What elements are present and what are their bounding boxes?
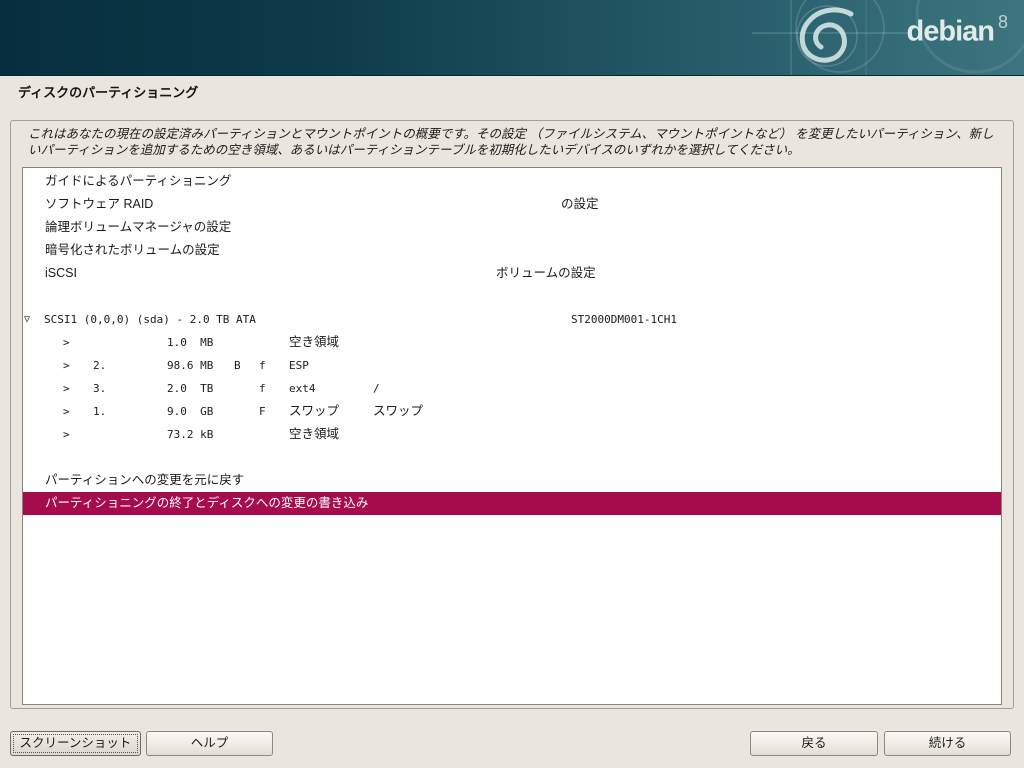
list-cell: > <box>63 377 70 400</box>
list-cell: F <box>259 400 266 423</box>
list-cell: 9.0 GB <box>167 400 213 423</box>
list-cell: ▽ <box>24 308 30 331</box>
screenshot-button[interactable]: スクリーンショット <box>10 731 141 756</box>
list-cell: ext4 <box>289 377 316 400</box>
free-space-row-2[interactable]: >73.2 kB 空き領域 <box>23 423 1001 446</box>
list-cell: f <box>259 354 266 377</box>
back-button[interactable]: 戻る <box>750 731 878 756</box>
list-cell: 暗号化されたボリュームの設定 <box>45 239 220 262</box>
list-cell: iSCSI <box>45 262 77 285</box>
list-cell: 2.0 TB <box>167 377 213 400</box>
list-cell: 空き領域 <box>289 331 339 354</box>
debian-wordmark: debian8 <box>907 14 1004 49</box>
brand-version: 8 <box>998 12 1008 32</box>
list-cell: ST2000DM001-1CH1 <box>571 308 677 331</box>
list-cell: ESP <box>289 354 309 377</box>
list-cell: B <box>234 354 241 377</box>
disk-sda[interactable]: ▽ SCSI1 (0,0,0) (sda) - 2.0 TB ATA ST2000D… <box>23 308 1001 331</box>
continue-button[interactable]: 続ける <box>884 731 1011 756</box>
list-cell: f <box>259 377 266 400</box>
list-cell: > <box>63 400 70 423</box>
list-cell: スワップ <box>289 400 339 423</box>
list-cell: > <box>63 423 70 446</box>
help-button[interactable]: ヘルプ <box>146 731 273 756</box>
list-cell: 3. <box>93 377 106 400</box>
list-cell: パーティショニングの終了とディスクへの変更の書き込み <box>45 492 368 515</box>
list-cell: 1.0 MB <box>167 331 213 354</box>
partition-2-esp[interactable]: >2. 98.6 MB Bf ESP <box>23 354 1001 377</box>
finish-partitioning[interactable]: パーティショニングの終了とディスクへの変更の書き込み <box>23 492 1001 515</box>
debian-swirl-logo <box>0 0 1024 75</box>
menu-software-raid[interactable]: ソフトウェア RAID の設定 <box>23 193 1001 216</box>
blank-row <box>23 446 1001 469</box>
list-cell: 98.6 MB <box>167 354 213 377</box>
list-cell: > <box>63 331 70 354</box>
menu-lvm[interactable]: 論理ボリュームマネージャの設定 <box>23 216 1001 239</box>
partition-3-ext4[interactable]: >3. 2.0 TB f ext4 / <box>23 377 1001 400</box>
undo-changes[interactable]: パーティションへの変更を元に戻す <box>23 469 1001 492</box>
header-banner: debian8 <box>0 0 1024 76</box>
list-cell: 1. <box>93 400 106 423</box>
list-cell: > <box>63 354 70 377</box>
list-cell: の設定 <box>561 193 599 216</box>
list-cell: 73.2 kB <box>167 423 213 446</box>
menu-encrypted-volumes[interactable]: 暗号化されたボリュームの設定 <box>23 239 1001 262</box>
blank-row <box>23 285 1001 308</box>
list-cell: ガイドによるパーティショニング <box>45 170 231 193</box>
list-cell: 空き領域 <box>289 423 339 446</box>
menu-iscsi[interactable]: iSCSI ボリュームの設定 <box>23 262 1001 285</box>
list-cell: スワップ <box>373 400 423 423</box>
menu-guided-partitioning[interactable]: ガイドによるパーティショニング <box>23 170 1001 193</box>
partition-1-swap[interactable]: >1. 9.0 GB F スワップ スワップ <box>23 400 1001 423</box>
list-cell: / <box>373 377 380 400</box>
list-cell: SCSI1 (0,0,0) (sda) - 2.0 TB ATA <box>44 308 256 331</box>
free-space-row-1[interactable]: >1.0 MB 空き領域 <box>23 331 1001 354</box>
description: これはあなたの現在の設定済みパーティションとマウントポイントの概要です。その設定… <box>28 126 998 158</box>
brand-text: debian <box>907 16 994 48</box>
list-cell: ソフトウェア RAID <box>45 193 153 216</box>
partition-list: ガイドによるパーティショニングソフトウェア RAID の設定論理ボリュームマネージ… <box>22 167 1002 705</box>
list-cell: 論理ボリュームマネージャの設定 <box>45 216 231 239</box>
list-cell: パーティションへの変更を元に戻す <box>45 469 244 492</box>
page-title: ディスクのパーティショニング <box>18 82 198 101</box>
list-cell: 2. <box>93 354 106 377</box>
list-cell: ボリュームの設定 <box>496 262 596 285</box>
